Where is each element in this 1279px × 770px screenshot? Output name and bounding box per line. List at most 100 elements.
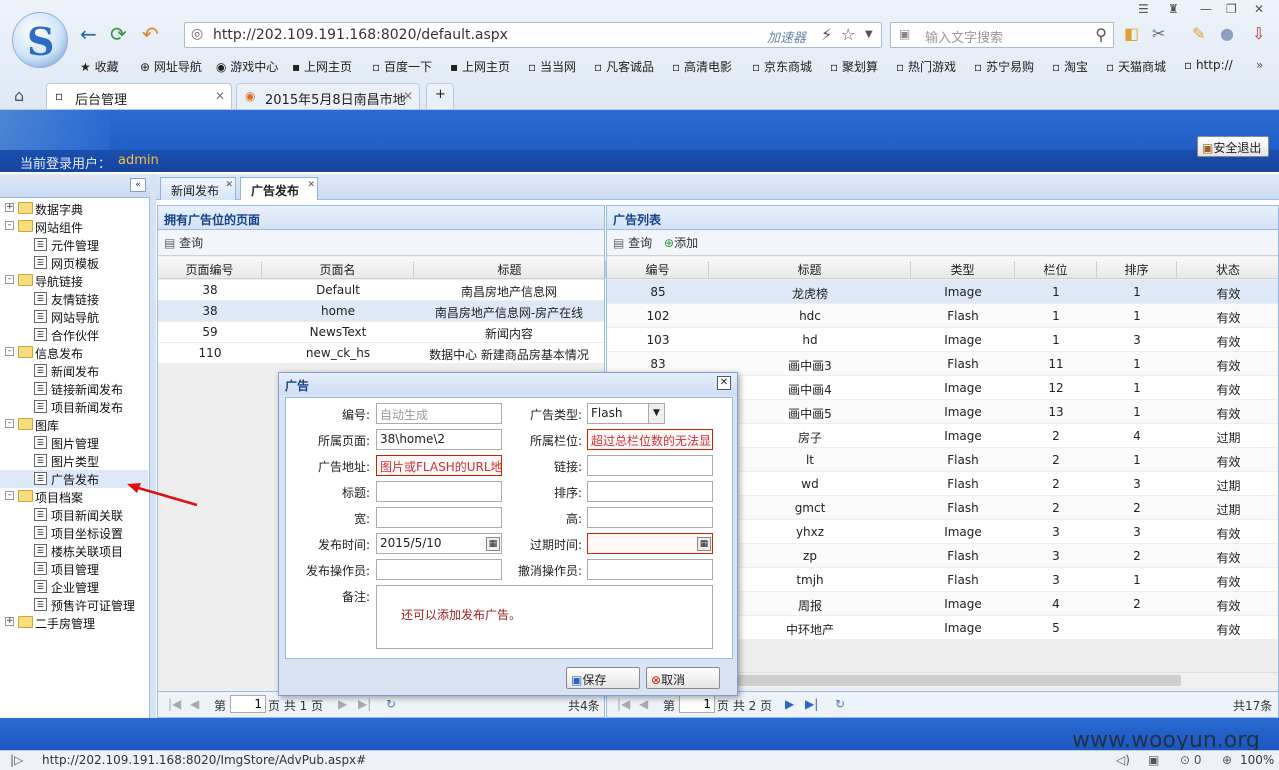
prev-page-icon[interactable]: ◀: [190, 697, 199, 711]
tree-node[interactable]: ☰ 图片类型: [0, 452, 148, 470]
undo-icon[interactable]: ↶: [142, 22, 159, 46]
add-button[interactable]: ⊕添加: [664, 236, 698, 250]
next-page-icon[interactable]: ▶: [338, 697, 347, 711]
collapse-tree-icon[interactable]: -: [5, 221, 14, 230]
type-select[interactable]: Flash ▼: [587, 403, 665, 424]
tree-node[interactable]: - 网站组件: [0, 218, 148, 236]
print-icon[interactable]: ▣: [1148, 753, 1159, 767]
zoom-level[interactable]: 100%: [1240, 753, 1274, 767]
chat-icon[interactable]: ●: [1220, 24, 1234, 43]
collapse-tree-icon[interactable]: -: [5, 419, 14, 428]
tree-node[interactable]: ☰ 网页模板: [0, 254, 148, 272]
column-header[interactable]: 排序: [1097, 261, 1177, 278]
tools-icon[interactable]: ✂: [1152, 24, 1165, 43]
table-row[interactable]: 103 hd Image 1 3 有效: [607, 328, 1278, 352]
collapse-tree-icon[interactable]: -: [5, 275, 14, 284]
fav-item[interactable]: ▪ 上网主页: [292, 58, 352, 75]
accelerator-label[interactable]: 加速器: [767, 27, 806, 46]
column-header[interactable]: 页面编号: [158, 261, 262, 278]
collapse-icon[interactable]: «: [130, 178, 146, 192]
url-field[interactable]: 图片或FLASH的URL地:: [376, 455, 502, 476]
expand-icon[interactable]: +: [5, 617, 14, 626]
search-engine-icon[interactable]: ▣: [899, 27, 910, 41]
prev-page-icon[interactable]: ◀: [639, 697, 648, 711]
expand-icon[interactable]: +: [5, 203, 14, 212]
cancel-button[interactable]: ⊗取消: [646, 667, 720, 689]
calendar-icon[interactable]: ▦: [697, 537, 711, 551]
logout-button[interactable]: ▣安全退出: [1197, 136, 1269, 157]
minimize-icon[interactable]: —: [1200, 2, 1212, 16]
tree-node[interactable]: + 数据字典: [0, 200, 148, 218]
fav-item[interactable]: ★ 收藏: [80, 58, 119, 75]
bookmark-icon[interactable]: ◧: [1124, 24, 1139, 43]
tree-node[interactable]: - 图库: [0, 416, 148, 434]
order-field[interactable]: [587, 481, 713, 502]
fav-item[interactable]: ▫ 热门游戏: [896, 58, 956, 75]
query-button[interactable]: ▤ 查询: [613, 236, 652, 250]
close-tab-icon[interactable]: ✕: [215, 89, 225, 103]
column-header[interactable]: 标题: [709, 261, 911, 278]
chevron-down-icon[interactable]: ▼: [648, 404, 664, 423]
fav-item[interactable]: ▫ 当当网: [528, 58, 576, 75]
tree-node[interactable]: ☰ 链接新闻发布: [0, 380, 148, 398]
tree-node[interactable]: ☰ 楼栋关联项目: [0, 542, 148, 560]
dropdown-icon[interactable]: ▼: [865, 29, 873, 40]
tree-node[interactable]: ☰ 企业管理: [0, 578, 148, 596]
column-header[interactable]: 页面名: [262, 261, 414, 278]
table-row[interactable]: 85 龙虎榜 Image 1 1 有效: [607, 280, 1278, 304]
play-icon[interactable]: |▷: [10, 753, 23, 767]
last-page-icon[interactable]: ▶|: [358, 697, 371, 711]
next-page-icon[interactable]: ▶: [785, 697, 794, 711]
column-header[interactable]: 标题: [414, 261, 606, 278]
column-header[interactable]: 编号: [607, 261, 709, 278]
column-header[interactable]: 栏位: [1015, 261, 1097, 278]
width-field[interactable]: [376, 507, 502, 528]
last-page-icon[interactable]: ▶|: [805, 697, 818, 711]
tab-news-publish[interactable]: 新闻发布 ✕: [160, 177, 236, 200]
star-icon[interactable]: ☆: [841, 25, 855, 44]
tab-ad-publish[interactable]: 广告发布 ✕: [240, 177, 318, 200]
lightning-icon[interactable]: ⚡: [821, 25, 832, 44]
query-button[interactable]: ▤ 查询: [164, 236, 203, 250]
revoke-operator-field[interactable]: [587, 559, 713, 580]
slot-field[interactable]: 超过总栏位数的无法显: [587, 429, 713, 450]
fav-item[interactable]: ▫ http://: [1184, 58, 1233, 72]
skin-icon[interactable]: ♜: [1168, 2, 1179, 16]
tree-node[interactable]: ☰ 友情链接: [0, 290, 148, 308]
volume-icon[interactable]: ◁): [1116, 753, 1130, 767]
table-row[interactable]: 38 Default 南昌房地产信息网: [158, 280, 604, 301]
close-window-icon[interactable]: ✕: [1254, 2, 1264, 16]
fav-item[interactable]: ▫ 苏宁易购: [974, 58, 1034, 75]
fav-item[interactable]: ▫ 百度一下: [372, 58, 432, 75]
close-tab-icon[interactable]: ✕: [307, 180, 315, 190]
column-header[interactable]: 状态: [1177, 261, 1279, 278]
menu-icon[interactable]: ☰: [1138, 2, 1149, 16]
page-field[interactable]: 38\home\2: [376, 429, 502, 450]
key-icon[interactable]: ✎: [1192, 24, 1205, 43]
restore-icon[interactable]: ❐: [1226, 2, 1237, 16]
first-page-icon[interactable]: |◀: [617, 697, 630, 711]
refresh-icon[interactable]: ↻: [835, 697, 845, 711]
splitter[interactable]: [150, 174, 156, 718]
browser-tab[interactable]: ▫ 后台管理 ✕: [46, 83, 232, 109]
close-tab-icon[interactable]: ✕: [225, 180, 233, 190]
tree-node[interactable]: ☰ 项目管理: [0, 560, 148, 578]
home-icon[interactable]: ⌂: [14, 86, 24, 105]
back-icon[interactable]: ←: [80, 22, 97, 46]
tree-node[interactable]: ☰ 合作伙伴: [0, 326, 148, 344]
title-field[interactable]: [376, 481, 502, 502]
pub-operator-field[interactable]: [376, 559, 502, 580]
search-icon[interactable]: ⚲: [1095, 25, 1107, 44]
remark-field[interactable]: 还可以添加发布广告。: [376, 585, 713, 649]
column-header[interactable]: 类型: [911, 261, 1015, 278]
refresh-icon[interactable]: ↻: [386, 697, 396, 711]
tree-node[interactable]: ☰ 项目新闻发布: [0, 398, 148, 416]
collapse-tree-icon[interactable]: -: [5, 347, 14, 356]
close-tab-icon[interactable]: ✕: [403, 89, 413, 103]
more-favorites-icon[interactable]: »: [1256, 58, 1263, 72]
close-icon[interactable]: ✕: [717, 376, 731, 390]
tree-node[interactable]: ☰ 项目坐标设置: [0, 524, 148, 542]
tree-node[interactable]: ☰ 图片管理: [0, 434, 148, 452]
exp-time-field[interactable]: [587, 533, 713, 554]
table-row[interactable]: 38 home 南昌房地产信息网-房产在线: [158, 301, 604, 322]
